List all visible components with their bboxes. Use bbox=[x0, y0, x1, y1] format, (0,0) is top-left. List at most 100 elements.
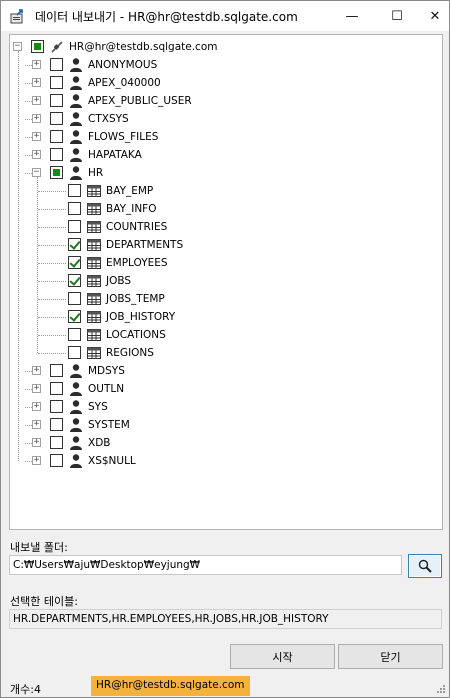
tree-table-node[interactable]: COUNTRIES bbox=[10, 218, 442, 236]
checkbox[interactable] bbox=[68, 220, 81, 233]
checkbox[interactable] bbox=[50, 130, 63, 143]
tree-table-node[interactable]: JOB_HISTORY bbox=[10, 308, 442, 326]
window-title: 데이터 내보내기 - HR@hr@testdb.sqlgate.com bbox=[35, 10, 298, 24]
checkbox[interactable] bbox=[50, 94, 63, 107]
schema-tree[interactable]: − HR@hr@testdb.sqlgate.com + ANONYMOUS + APEX… bbox=[9, 34, 443, 530]
tree-guide-line bbox=[25, 119, 32, 120]
tree-guide-line bbox=[25, 443, 32, 444]
tree-table-node[interactable]: REGIONS bbox=[10, 344, 442, 362]
table-icon bbox=[86, 201, 102, 217]
tree-node-label: JOBS_TEMP bbox=[106, 293, 165, 305]
checkbox[interactable] bbox=[68, 184, 81, 197]
tree-schema-node[interactable]: + HAPATAKA bbox=[10, 146, 442, 164]
tree-schema-node[interactable]: + APEX_PUBLIC_USER bbox=[10, 92, 442, 110]
expand-toggle[interactable]: + bbox=[32, 366, 41, 375]
checkbox[interactable] bbox=[68, 292, 81, 305]
checkbox[interactable] bbox=[68, 310, 81, 323]
collapse-toggle[interactable]: − bbox=[32, 168, 41, 177]
checkbox[interactable] bbox=[50, 76, 63, 89]
expand-toggle[interactable]: + bbox=[32, 96, 41, 105]
checkbox[interactable] bbox=[68, 274, 81, 287]
tree-node-label: APEX_PUBLIC_USER bbox=[88, 95, 192, 107]
table-icon bbox=[86, 237, 102, 253]
checkbox[interactable] bbox=[50, 382, 63, 395]
expand-toggle[interactable]: + bbox=[32, 60, 41, 69]
expand-toggle[interactable]: + bbox=[32, 456, 41, 465]
tree-table-node[interactable]: EMPLOYEES bbox=[10, 254, 442, 272]
checkbox[interactable] bbox=[50, 112, 63, 125]
minimize-button[interactable]: — bbox=[337, 1, 367, 31]
tree-node-label: LOCATIONS bbox=[106, 329, 166, 341]
expand-toggle[interactable]: + bbox=[32, 132, 41, 141]
tree-table-node[interactable]: BAY_EMP bbox=[10, 182, 442, 200]
checkbox[interactable] bbox=[50, 436, 63, 449]
tree-guide-line bbox=[38, 245, 66, 246]
start-button[interactable]: 시작 bbox=[230, 644, 335, 669]
tree-schema-node[interactable]: + ANONYMOUS bbox=[10, 56, 442, 74]
tree-node-label: SYS bbox=[88, 401, 108, 413]
table-icon bbox=[86, 255, 102, 271]
tree-schema-node[interactable]: + SYS bbox=[10, 398, 442, 416]
tree-schema-node[interactable]: + FLOWS_FILES bbox=[10, 128, 442, 146]
checkbox[interactable] bbox=[50, 58, 63, 71]
tree-node-label: HAPATAKA bbox=[88, 149, 142, 161]
expand-toggle[interactable]: + bbox=[32, 384, 41, 393]
tree-schema-node[interactable]: + SYSTEM bbox=[10, 416, 442, 434]
checkbox[interactable] bbox=[50, 148, 63, 161]
user-schema-icon bbox=[68, 363, 84, 379]
resize-grip-icon[interactable] bbox=[436, 684, 446, 694]
checkbox[interactable] bbox=[50, 454, 63, 467]
checkbox[interactable] bbox=[50, 400, 63, 413]
tree-table-node[interactable]: LOCATIONS bbox=[10, 326, 442, 344]
expand-toggle[interactable]: + bbox=[32, 150, 41, 159]
tree-table-node[interactable]: JOBS bbox=[10, 272, 442, 290]
checkbox[interactable] bbox=[68, 346, 81, 359]
user-schema-icon bbox=[68, 57, 84, 73]
tree-schema-node[interactable]: + XS$NULL bbox=[10, 452, 442, 470]
tree-node-label: MDSYS bbox=[88, 365, 125, 377]
tree-node-label: APEX_040000 bbox=[88, 77, 161, 89]
tree-root-connection[interactable]: − HR@hr@testdb.sqlgate.com bbox=[10, 38, 442, 56]
checkbox[interactable] bbox=[68, 238, 81, 251]
expand-toggle[interactable]: + bbox=[32, 420, 41, 429]
close-button[interactable]: 닫기 bbox=[338, 644, 443, 669]
maximize-button[interactable]: ☐ bbox=[382, 1, 412, 31]
tree-guide-line bbox=[38, 317, 66, 318]
expand-toggle[interactable]: + bbox=[32, 114, 41, 123]
checkbox[interactable] bbox=[68, 202, 81, 215]
browse-folder-button[interactable] bbox=[408, 554, 442, 578]
table-icon bbox=[86, 345, 102, 361]
tree-schema-node[interactable]: + XDB bbox=[10, 434, 442, 452]
expand-toggle[interactable]: + bbox=[32, 438, 41, 447]
checkbox[interactable] bbox=[50, 166, 63, 179]
title-bar[interactable]: 데이터 내보내기 - HR@hr@testdb.sqlgate.com — ☐ … bbox=[1, 1, 449, 31]
tree-guide-line bbox=[25, 173, 32, 174]
tree-guide-line bbox=[38, 263, 66, 264]
checkbox[interactable] bbox=[68, 256, 81, 269]
tree-guide-line bbox=[25, 371, 32, 372]
tree-guide-line bbox=[25, 389, 32, 390]
tree-node-label: BAY_EMP bbox=[106, 185, 154, 197]
tree-schema-node[interactable]: + OUTLN bbox=[10, 380, 442, 398]
close-window-button[interactable]: ✕ bbox=[420, 1, 450, 31]
expand-toggle[interactable]: + bbox=[32, 402, 41, 411]
tree-schema-node[interactable]: + CTXSYS bbox=[10, 110, 442, 128]
tree-table-node[interactable]: DEPARTMENTS bbox=[10, 236, 442, 254]
checkbox[interactable] bbox=[31, 40, 44, 53]
tree-guide-line bbox=[25, 407, 32, 408]
tree-schema-node-hr[interactable]: − HR bbox=[10, 164, 442, 182]
checkbox[interactable] bbox=[68, 328, 81, 341]
checkbox[interactable] bbox=[50, 418, 63, 431]
tree-table-node[interactable]: JOBS_TEMP bbox=[10, 290, 442, 308]
tree-schema-node[interactable]: + MDSYS bbox=[10, 362, 442, 380]
export-folder-field[interactable]: C:₩Users₩aju₩Desktop₩eyjung₩ bbox=[9, 555, 402, 575]
collapse-toggle[interactable]: − bbox=[13, 42, 22, 51]
table-icon bbox=[86, 273, 102, 289]
tree-guide-line bbox=[38, 209, 66, 210]
expand-toggle[interactable]: + bbox=[32, 78, 41, 87]
tree-table-node[interactable]: BAY_INFO bbox=[10, 200, 442, 218]
export-app-icon bbox=[10, 9, 23, 24]
tree-schema-node[interactable]: + APEX_040000 bbox=[10, 74, 442, 92]
checkbox[interactable] bbox=[50, 364, 63, 377]
user-schema-icon bbox=[68, 381, 84, 397]
